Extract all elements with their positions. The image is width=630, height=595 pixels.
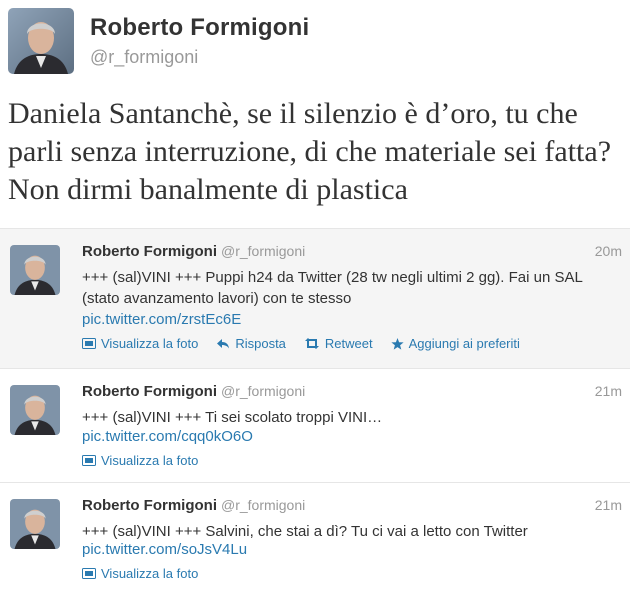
tweet-author-name[interactable]: Roberto Formigoni — [82, 243, 217, 260]
retweet-button[interactable]: Retweet — [304, 336, 373, 351]
view-photo-label: Visualizza la foto — [101, 566, 199, 581]
tweet-photo-link[interactable]: pic.twitter.com/zrstEc6E — [82, 311, 241, 328]
view-photo-button[interactable]: Visualizza la foto — [82, 453, 198, 468]
tweet-item[interactable]: Roberto Formigoni @r_formigoni 21m +++ (s… — [0, 482, 630, 595]
tweet-timestamp[interactable]: 21m — [595, 497, 622, 513]
photo-icon — [82, 338, 96, 349]
photo-icon — [82, 568, 96, 579]
profile-header: Roberto Formigoni @r_formigoni — [0, 0, 630, 90]
tweet-author-handle[interactable]: @r_formigoni — [221, 383, 305, 399]
retweet-icon — [304, 338, 319, 349]
view-photo-label: Visualizza la foto — [101, 336, 199, 351]
tweet-author-name[interactable]: Roberto Formigoni — [82, 383, 217, 400]
main-tweet-text: Daniela Santanchè, se il silenzio è d’or… — [8, 97, 612, 206]
tweet-timestamp[interactable]: 21m — [595, 383, 622, 399]
tweet-header: Roberto Formigoni @r_formigoni — [82, 243, 305, 260]
favorite-label: Aggiungi ai preferiti — [408, 336, 520, 351]
tweet-author-handle[interactable]: @r_formigoni — [221, 497, 305, 513]
tweet-actions: Visualizza la foto — [82, 453, 216, 468]
profile-name[interactable]: Roberto Formigoni — [90, 14, 309, 42]
profile-handle: @r_formigoni — [90, 47, 199, 67]
view-photo-button[interactable]: Visualizza la foto — [82, 566, 198, 581]
reply-icon — [217, 339, 230, 349]
reply-button[interactable]: Risposta — [216, 336, 286, 351]
tweet-header: Roberto Formigoni @r_formigoni — [82, 383, 305, 400]
avatar[interactable] — [10, 385, 60, 435]
tweet-timeline: Roberto Formigoni @r_formigoni 20m +++ (s… — [0, 228, 630, 595]
tweet-actions: Visualizza la foto Risposta Retweet Aggi… — [82, 336, 538, 351]
view-photo-label: Visualizza la foto — [101, 453, 199, 468]
tweet-actions: Visualizza la foto — [82, 566, 216, 581]
tweet-text: +++ (sal)VINI +++ Ti sei scolato troppi … — [82, 409, 383, 426]
tweet-timestamp[interactable]: 20m — [595, 243, 622, 259]
tweet-text: +++ (sal)VINI +++ Salvini, che stai a dì… — [82, 523, 528, 540]
avatar[interactable] — [8, 8, 74, 74]
tweet-header: Roberto Formigoni @r_formigoni — [82, 497, 305, 514]
star-icon — [391, 337, 404, 350]
tweet-photo-link[interactable]: pic.twitter.com/soJsV4Lu — [82, 541, 247, 558]
photo-icon — [82, 455, 96, 466]
favorite-button[interactable]: Aggiungi ai preferiti — [391, 336, 520, 351]
view-photo-button[interactable]: Visualizza la foto — [82, 336, 198, 351]
avatar[interactable] — [10, 499, 60, 549]
avatar[interactable] — [10, 245, 60, 295]
reply-label: Risposta — [235, 336, 286, 351]
tweet-text: +++ (sal)VINI +++ Puppi h24 da Twitter (… — [82, 269, 583, 307]
tweet-item[interactable]: Roberto Formigoni @r_formigoni 20m +++ (s… — [0, 228, 630, 368]
tweet-author-handle[interactable]: @r_formigoni — [221, 243, 305, 259]
tweet-author-name[interactable]: Roberto Formigoni — [82, 497, 217, 514]
tweet-photo-link[interactable]: pic.twitter.com/cqq0kO6O — [82, 428, 253, 445]
retweet-label: Retweet — [324, 336, 373, 351]
tweet-item[interactable]: Roberto Formigoni @r_formigoni 21m +++ (s… — [0, 368, 630, 482]
